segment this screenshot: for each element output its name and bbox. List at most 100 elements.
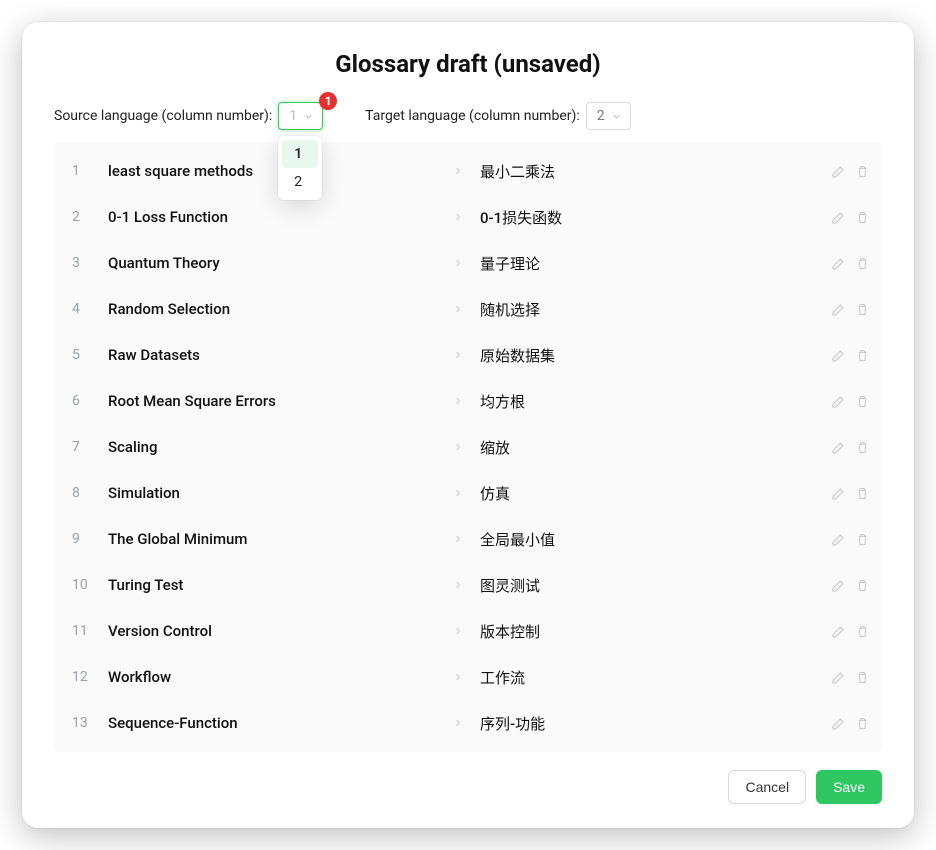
- row-number: 13: [66, 715, 106, 731]
- glossary-draft-modal: Glossary draft (unsaved) Source language…: [22, 22, 914, 828]
- row-actions: [810, 255, 870, 271]
- source-column-select[interactable]: 1: [278, 102, 323, 130]
- target-language-label: Target language (column number):: [365, 108, 580, 124]
- row-actions: [810, 669, 870, 685]
- row-number: 5: [66, 347, 106, 363]
- row-number: 1: [66, 163, 106, 179]
- delete-icon[interactable]: [855, 440, 870, 455]
- source-term: Turing Test: [106, 576, 444, 594]
- source-language-group: Source language (column number): 1 1 1 2: [54, 102, 323, 130]
- row-actions: [810, 715, 870, 731]
- edit-icon[interactable]: [831, 485, 847, 501]
- source-column-dropdown: 1 2: [278, 136, 322, 200]
- delete-icon[interactable]: [855, 486, 870, 501]
- source-term: The Global Minimum: [106, 530, 444, 548]
- edit-icon[interactable]: [831, 163, 847, 179]
- chevron-right-icon: [444, 579, 472, 591]
- edit-icon[interactable]: [831, 531, 847, 547]
- delete-icon[interactable]: [855, 302, 870, 317]
- delete-icon[interactable]: [855, 256, 870, 271]
- chevron-right-icon: [444, 165, 472, 177]
- edit-icon[interactable]: [831, 255, 847, 271]
- table-row: 6Root Mean Square Errors 均方根: [54, 378, 882, 424]
- chevron-right-icon: [444, 395, 472, 407]
- cancel-button[interactable]: Cancel: [728, 770, 806, 804]
- row-actions: [810, 439, 870, 455]
- table-row: 5Raw Datasets原始数据集: [54, 332, 882, 378]
- source-badge: 1: [319, 92, 337, 110]
- chevron-down-icon: [303, 111, 314, 122]
- edit-icon[interactable]: [831, 669, 847, 685]
- chevron-right-icon: [444, 533, 472, 545]
- glossary-list: 1least square methods最小二乘法20-1 Loss Func…: [54, 142, 882, 752]
- save-button[interactable]: Save: [816, 770, 882, 804]
- column-selectors: Source language (column number): 1 1 1 2…: [54, 102, 882, 130]
- table-row: 9The Global Minimum全局最小值: [54, 516, 882, 562]
- source-column-value: 1: [289, 108, 297, 124]
- source-term: Sequence-Function: [106, 714, 444, 732]
- target-term: 仿真: [472, 483, 810, 504]
- table-row: 10Turing Test图灵测试: [54, 562, 882, 608]
- row-actions: [810, 577, 870, 593]
- row-number: 3: [66, 255, 106, 271]
- table-row: 7Scaling缩放: [54, 424, 882, 470]
- source-term: Root Mean Square Errors: [106, 392, 444, 410]
- target-term: 随机选择: [472, 299, 810, 320]
- delete-icon[interactable]: [855, 210, 870, 225]
- delete-icon[interactable]: [855, 624, 870, 639]
- chevron-down-icon: [611, 111, 622, 122]
- delete-icon[interactable]: [855, 532, 870, 547]
- target-term: 量子理论: [472, 253, 810, 274]
- chevron-right-icon: [444, 441, 472, 453]
- target-term: 工作流: [472, 667, 810, 688]
- source-term: 0-1 Loss Function: [106, 208, 444, 226]
- row-number: 11: [66, 623, 106, 639]
- source-term: Version Control: [106, 622, 444, 640]
- delete-icon[interactable]: [855, 578, 870, 593]
- delete-icon[interactable]: [855, 394, 870, 409]
- edit-icon[interactable]: [831, 715, 847, 731]
- delete-icon[interactable]: [855, 164, 870, 179]
- edit-icon[interactable]: [831, 347, 847, 363]
- target-term: 均方根: [472, 391, 810, 412]
- row-actions: [810, 347, 870, 363]
- row-number: 2: [66, 209, 106, 225]
- edit-icon[interactable]: [831, 393, 847, 409]
- chevron-right-icon: [444, 717, 472, 729]
- source-term: Simulation: [106, 484, 444, 502]
- delete-icon[interactable]: [855, 670, 870, 685]
- row-actions: [810, 623, 870, 639]
- row-number: 6: [66, 393, 106, 409]
- target-column-select[interactable]: 2: [586, 102, 631, 130]
- row-number: 8: [66, 485, 106, 501]
- target-term: 原始数据集: [472, 345, 810, 366]
- target-language-group: Target language (column number): 2: [365, 102, 630, 130]
- edit-icon[interactable]: [831, 623, 847, 639]
- edit-icon[interactable]: [831, 439, 847, 455]
- source-language-label: Source language (column number):: [54, 108, 272, 124]
- target-term: 图灵测试: [472, 575, 810, 596]
- edit-icon[interactable]: [831, 209, 847, 225]
- source-select-wrapper: 1 1 1 2: [278, 102, 323, 130]
- edit-icon[interactable]: [831, 577, 847, 593]
- target-term: 最小二乘法: [472, 161, 810, 182]
- source-term: Workflow: [106, 668, 444, 686]
- target-term: 全局最小值: [472, 529, 810, 550]
- source-term: Random Selection: [106, 300, 444, 318]
- dropdown-option-2[interactable]: 2: [282, 168, 318, 196]
- row-actions: [810, 393, 870, 409]
- row-actions: [810, 163, 870, 179]
- target-term: 版本控制: [472, 621, 810, 642]
- row-actions: [810, 301, 870, 317]
- table-row: 4Random Selection随机选择: [54, 286, 882, 332]
- delete-icon[interactable]: [855, 716, 870, 731]
- page-title: Glossary draft (unsaved): [54, 50, 882, 78]
- dropdown-option-1[interactable]: 1: [282, 140, 318, 168]
- table-row: 3Quantum Theory量子理论: [54, 240, 882, 286]
- row-number: 12: [66, 669, 106, 685]
- edit-icon[interactable]: [831, 301, 847, 317]
- delete-icon[interactable]: [855, 348, 870, 363]
- chevron-right-icon: [444, 671, 472, 683]
- target-term: 缩放: [472, 437, 810, 458]
- table-row: 1least square methods最小二乘法: [54, 148, 882, 194]
